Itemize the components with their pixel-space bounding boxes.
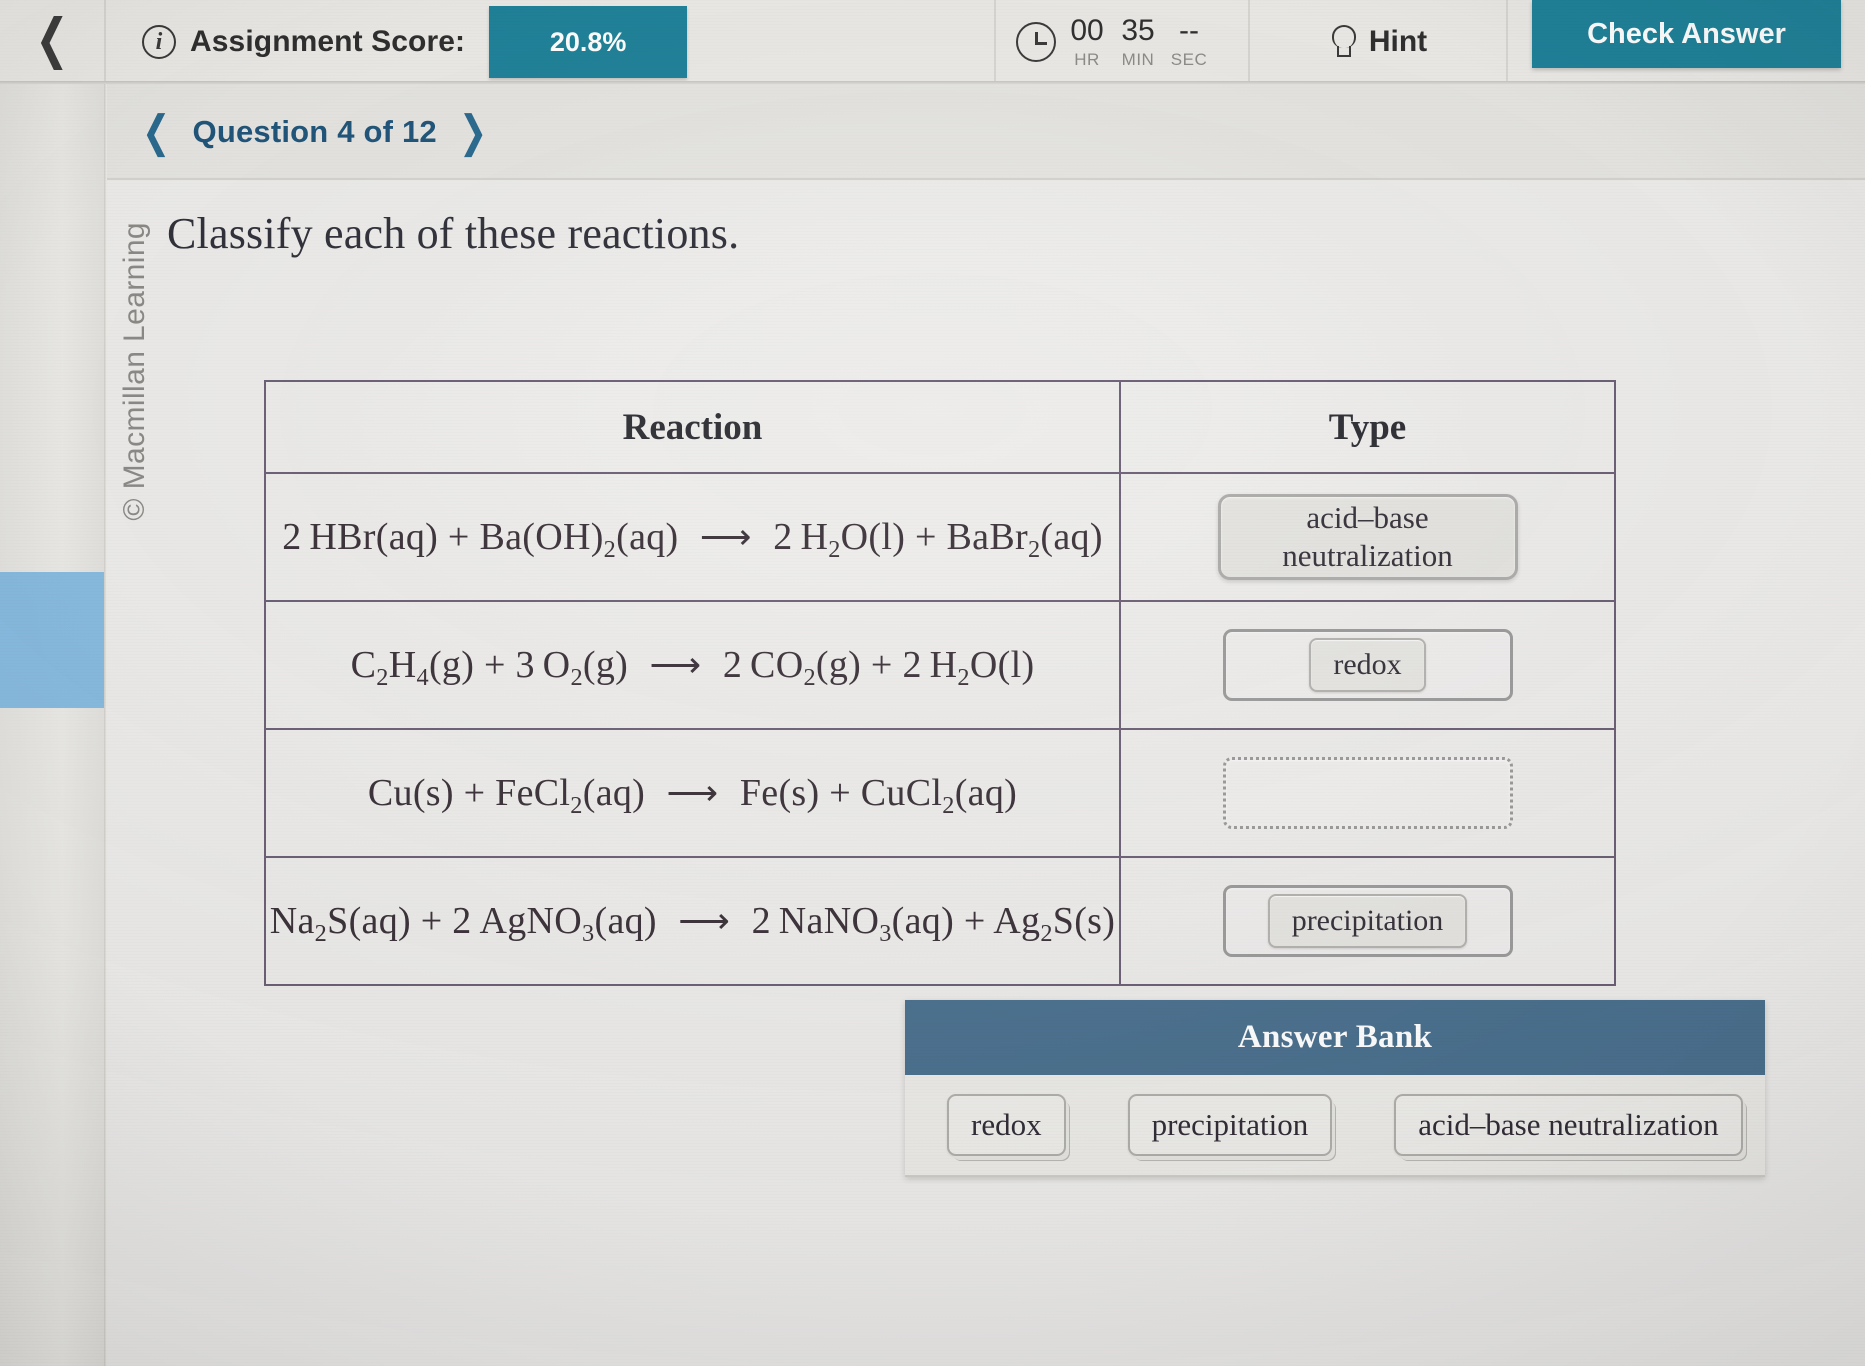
lightbulb-icon (1329, 25, 1356, 59)
answer-bank-chip[interactable]: redox (947, 1094, 1066, 1156)
hint-label: Hint (1368, 25, 1428, 58)
timer-minutes-value: 35 (1121, 14, 1155, 47)
question-content: Classify each of these reactions. Reacti… (107, 180, 1865, 1366)
table-header-row: Reaction Type (264, 380, 1616, 474)
timer-readout: 00 35 -- HR MIN SEC (1068, 14, 1208, 70)
back-button[interactable]: ❮ (0, 0, 104, 84)
next-question-button[interactable]: ❯ (459, 110, 488, 154)
hint-button[interactable]: Hint (1250, 0, 1508, 84)
column-header-type: Type (1119, 380, 1616, 474)
macmillan-watermark: © Macmillan Learning (118, 222, 151, 521)
reaction-equation: Na2S(aq) + 2 AgNO3(aq) ⟶ 2 NaNO3(aq) + A… (264, 856, 1121, 986)
column-header-reaction: Reaction (264, 380, 1121, 474)
answer-bank-chips: redox precipitation acid–base neutralizati… (905, 1075, 1765, 1177)
reaction-equation: 2 HBr(aq) + Ba(OH)2(aq) ⟶ 2 H2O(l) + BaB… (264, 472, 1121, 602)
answer-chip-line: acid–base (1306, 500, 1429, 536)
answer-chip[interactable]: acid–base neutralization (1272, 499, 1462, 575)
assignment-score-group: i Assignment Score: 20.8% (104, 0, 994, 84)
question-counter-label: Question 4 of 12 (192, 114, 437, 149)
answer-chip[interactable]: precipitation (1267, 893, 1468, 949)
assignment-score-value: 20.8% (489, 6, 688, 78)
chevron-left-icon: ❮ (35, 9, 69, 70)
question-prompt: Classify each of these reactions. (167, 209, 740, 258)
classification-table: Reaction Type 2 HBr(aq) + Ba(OH)2(aq) ⟶ … (264, 380, 1616, 986)
table-row: 2 HBr(aq) + Ba(OH)2(aq) ⟶ 2 H2O(l) + BaB… (264, 472, 1616, 602)
answer-bank: Answer Bank redox precipitation acid–base … (905, 1000, 1765, 1177)
reaction-equation: C2H4(g) + 3 O2(g) ⟶ 2 CO2(g) + 2 H2O(l) (264, 600, 1121, 730)
answer-chip[interactable]: redox (1309, 637, 1426, 693)
answer-bank-chip[interactable]: acid–base neutralization (1394, 1094, 1743, 1156)
table-row: C2H4(g) + 3 O2(g) ⟶ 2 CO2(g) + 2 H2O(l) r… (264, 600, 1616, 730)
check-answer-button[interactable]: Check Answer (1532, 0, 1841, 68)
left-rail-highlight (0, 572, 104, 708)
table-body: 2 HBr(aq) + Ba(OH)2(aq) ⟶ 2 H2O(l) + BaB… (264, 472, 1616, 986)
type-cell: precipitation (1119, 856, 1616, 986)
timer-hours-label: HR (1074, 50, 1100, 69)
timer-hours-value: 00 (1070, 14, 1104, 47)
top-toolbar: ❮ i Assignment Score: 20.8% 00 35 -- HR … (0, 0, 1865, 84)
check-answer-group: Check Answer (1508, 0, 1865, 84)
type-cell: redox (1119, 600, 1616, 730)
table-row: Cu(s) + FeCl2(aq) ⟶ Fe(s) + CuCl2(aq) (264, 728, 1616, 858)
answer-dropzone[interactable]: acid–base neutralization (1217, 494, 1518, 580)
question-nav: ❮ Question 4 of 12 ❯ (107, 84, 1865, 180)
answer-bank-title: Answer Bank (905, 1000, 1765, 1075)
reaction-equation: Cu(s) + FeCl2(aq) ⟶ Fe(s) + CuCl2(aq) (264, 728, 1121, 858)
timer-seconds-label: SEC (1170, 50, 1208, 69)
timer-values: 00 35 -- (1068, 14, 1208, 48)
answer-dropzone[interactable]: redox (1222, 629, 1513, 701)
timer-group: 00 35 -- HR MIN SEC (994, 0, 1250, 84)
table-row: Na2S(aq) + 2 AgNO3(aq) ⟶ 2 NaNO3(aq) + A… (264, 856, 1616, 986)
type-cell (1119, 728, 1616, 858)
answer-bank-chip[interactable]: precipitation (1127, 1094, 1333, 1156)
answer-dropzone[interactable]: precipitation (1222, 885, 1513, 957)
assignment-score-label: Assignment Score: (190, 25, 466, 58)
answer-chip-line: neutralization (1282, 538, 1453, 573)
timer-unit-labels: HR MIN SEC (1068, 50, 1208, 70)
clock-icon (1016, 22, 1056, 62)
timer-seconds-value: -- (1179, 14, 1199, 47)
answer-dropzone[interactable] (1222, 757, 1513, 829)
type-cell: acid–base neutralization (1119, 472, 1616, 602)
timer-minutes-label: MIN (1121, 50, 1155, 69)
prev-question-button[interactable]: ❮ (142, 110, 171, 154)
info-icon[interactable]: i (142, 25, 176, 59)
